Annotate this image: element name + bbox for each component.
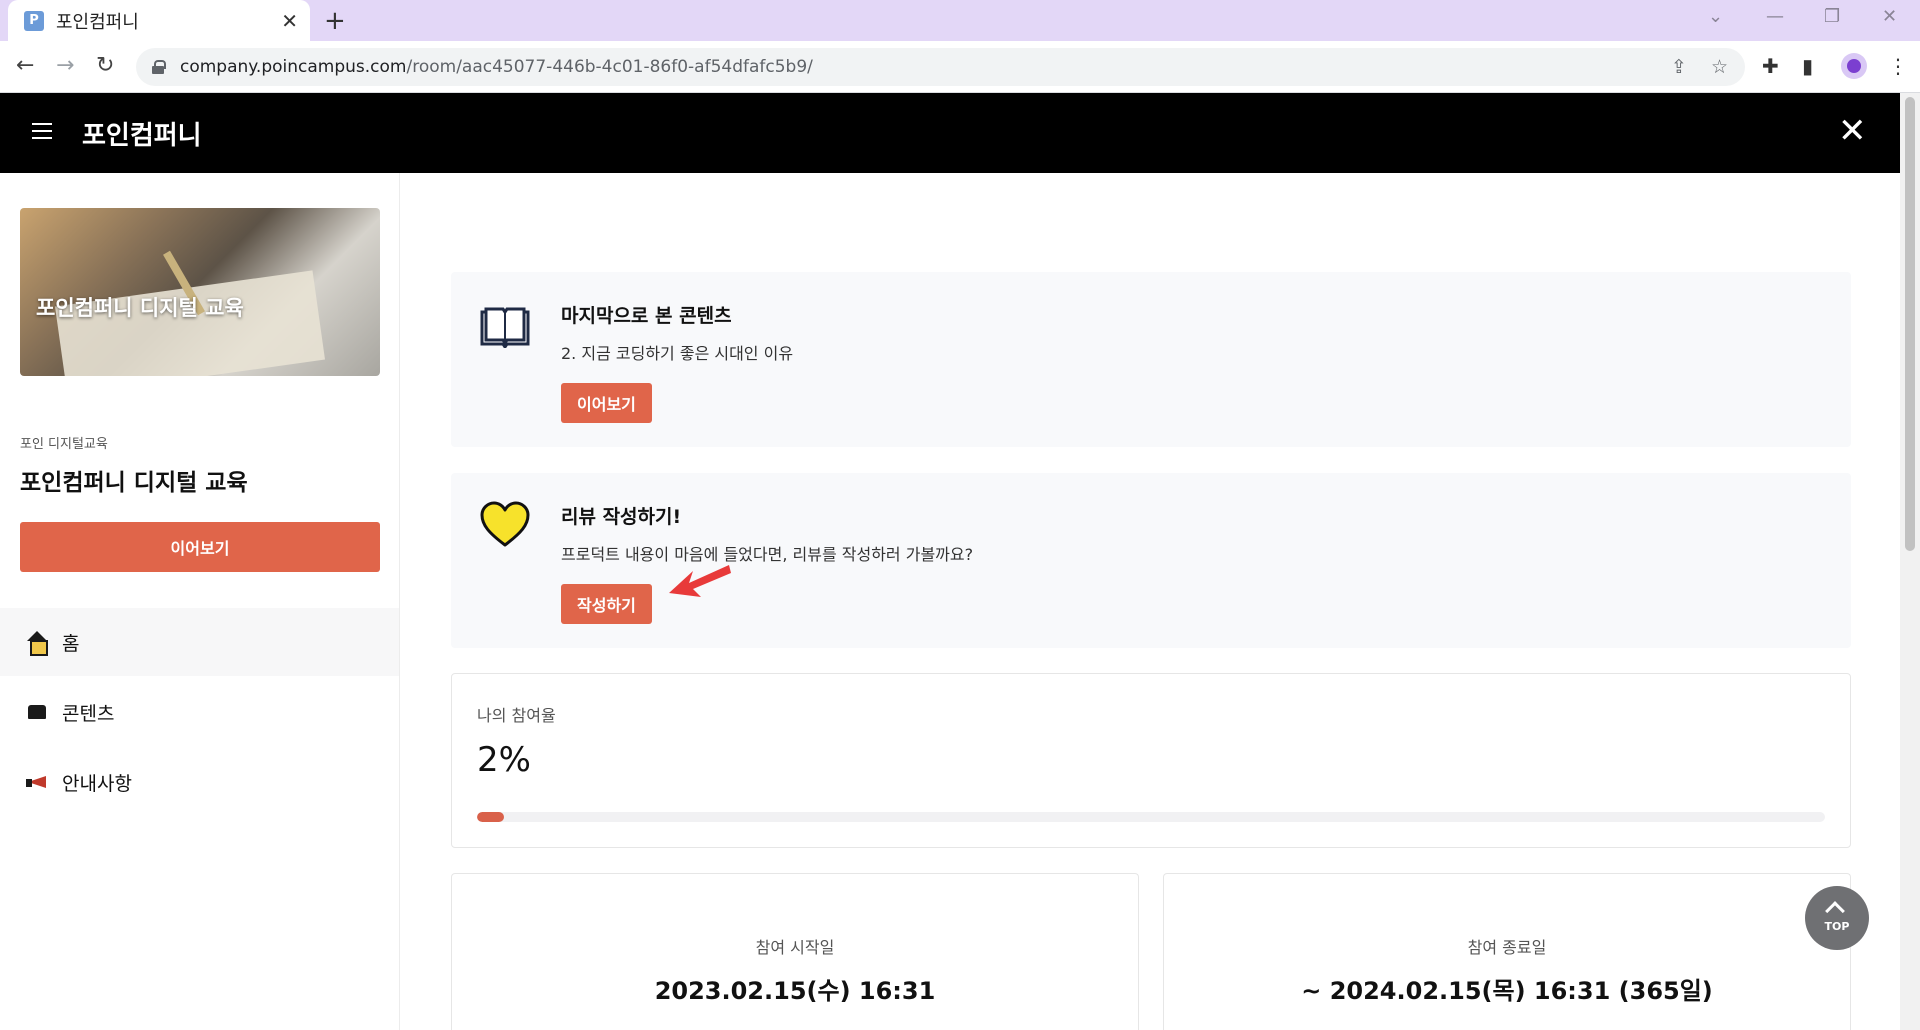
chevron-up-icon [1825, 901, 1845, 921]
reload-icon[interactable]: ↻ [96, 53, 114, 78]
top-label: TOP [1824, 920, 1850, 933]
tab-search-icon[interactable]: ⌄ [1708, 6, 1723, 27]
participation-progress-bar [477, 812, 1825, 822]
course-thumbnail: 포인컴퍼니 디지털 교육 [20, 208, 380, 376]
last-viewed-desc: 2. 지금 코딩하기 좋은 시대인 이유 [561, 344, 794, 363]
review-card: 리뷰 작성하기! 프로덕트 내용이 마음에 들었다면, 리뷰를 작성하러 가볼까… [451, 473, 1851, 648]
browser-menu-icon[interactable]: ⋮ [1888, 54, 1908, 78]
thumbnail-title: 포인컴퍼니 디지털 교육 [36, 296, 244, 320]
course-name: 포인컴퍼니 디지털 교육 [20, 470, 248, 496]
write-review-button[interactable]: 작성하기 [561, 584, 652, 624]
end-date-value: ~ 2024.02.15(목) 16:31 (365일) [1301, 977, 1713, 1005]
megaphone-icon [26, 773, 48, 791]
browser-tabbar: P 포인컴퍼니 ✕ + ⌄ — ❐ ✕ [0, 0, 1920, 41]
contents-icon [28, 705, 46, 719]
profile-avatar[interactable] [1841, 53, 1867, 79]
participation-value: 2% [477, 740, 531, 780]
sidebar-continue-button[interactable]: 이어보기 [20, 522, 380, 572]
course-category: 포인 디지털교육 [20, 437, 108, 452]
browser-toolbar: ← → ↻ company.poincampus.com/room/aac450… [0, 41, 1920, 93]
last-viewed-title: 마지막으로 본 콘텐츠 [561, 305, 732, 327]
side-panel-icon[interactable]: ▮ [1802, 54, 1813, 78]
address-bar[interactable]: company.poincampus.com/room/aac45077-446… [136, 48, 1745, 86]
share-icon[interactable]: ⇪ [1671, 56, 1687, 78]
extensions-icon[interactable]: ✚ [1762, 54, 1779, 78]
book-icon [480, 307, 530, 348]
hamburger-menu-icon[interactable] [32, 123, 52, 141]
end-date-card: 참여 종료일 ~ 2024.02.15(목) 16:31 (365일) [1163, 873, 1851, 1030]
new-tab-icon[interactable]: + [324, 6, 346, 36]
scroll-top-button[interactable]: TOP [1805, 886, 1869, 950]
favicon-icon: P [24, 10, 44, 31]
sidebar-item-label: 안내사항 [62, 772, 132, 795]
red-arrow-annotation-icon [669, 565, 731, 597]
sidebar-item-home[interactable]: 홈 [0, 608, 399, 676]
home-icon [26, 631, 48, 656]
participation-label: 나의 참여율 [477, 706, 556, 725]
sidebar-item-label: 홈 [62, 632, 80, 655]
restore-icon[interactable]: ❐ [1824, 6, 1840, 27]
page-scrollbar[interactable] [1900, 93, 1920, 1030]
heart-icon [480, 501, 530, 547]
progress-fill [477, 812, 504, 822]
page-title: 포인컴퍼니 [82, 121, 202, 151]
sidebar-item-label: 콘텐츠 [62, 702, 115, 725]
end-date-label: 참여 종료일 [1467, 938, 1547, 957]
continue-button[interactable]: 이어보기 [561, 383, 652, 423]
back-icon[interactable]: ← [16, 53, 34, 78]
app-header: 포인컴퍼니 ✕ [0, 93, 1900, 173]
last-viewed-card: 마지막으로 본 콘텐츠 2. 지금 코딩하기 좋은 시대인 이유 이어보기 [451, 272, 1851, 447]
sidebar-item-notices[interactable]: 안내사항 [0, 748, 399, 816]
bookmark-star-icon[interactable]: ☆ [1711, 56, 1728, 78]
window-close-icon[interactable]: ✕ [1882, 6, 1897, 27]
sidebar-item-contents[interactable]: 콘텐츠 [0, 678, 399, 746]
start-date-value: 2023.02.15(수) 16:31 [654, 977, 936, 1005]
browser-tab[interactable]: P 포인컴퍼니 ✕ [8, 0, 310, 41]
participation-card: 나의 참여율 2% [451, 673, 1851, 848]
close-icon[interactable]: ✕ [1838, 111, 1867, 151]
sidebar: 포인컴퍼니 디지털 교육 포인 디지털교육 포인컴퍼니 디지털 교육 이어보기 … [0, 173, 400, 1030]
url-text: company.poincampus.com/room/aac45077-446… [180, 57, 813, 77]
start-date-label: 참여 시작일 [755, 938, 835, 957]
forward-icon[interactable]: → [56, 53, 74, 78]
tab-close-icon[interactable]: ✕ [281, 9, 298, 33]
review-desc: 프로덕트 내용이 마음에 들었다면, 리뷰를 작성하러 가볼까요? [561, 545, 974, 564]
lock-icon[interactable] [152, 60, 166, 74]
start-date-card: 참여 시작일 2023.02.15(수) 16:31 [451, 873, 1139, 1030]
minimize-icon[interactable]: — [1766, 6, 1784, 27]
tab-title: 포인컴퍼니 [56, 11, 139, 33]
scrollbar-thumb[interactable] [1905, 97, 1915, 551]
review-title: 리뷰 작성하기! [561, 506, 682, 528]
